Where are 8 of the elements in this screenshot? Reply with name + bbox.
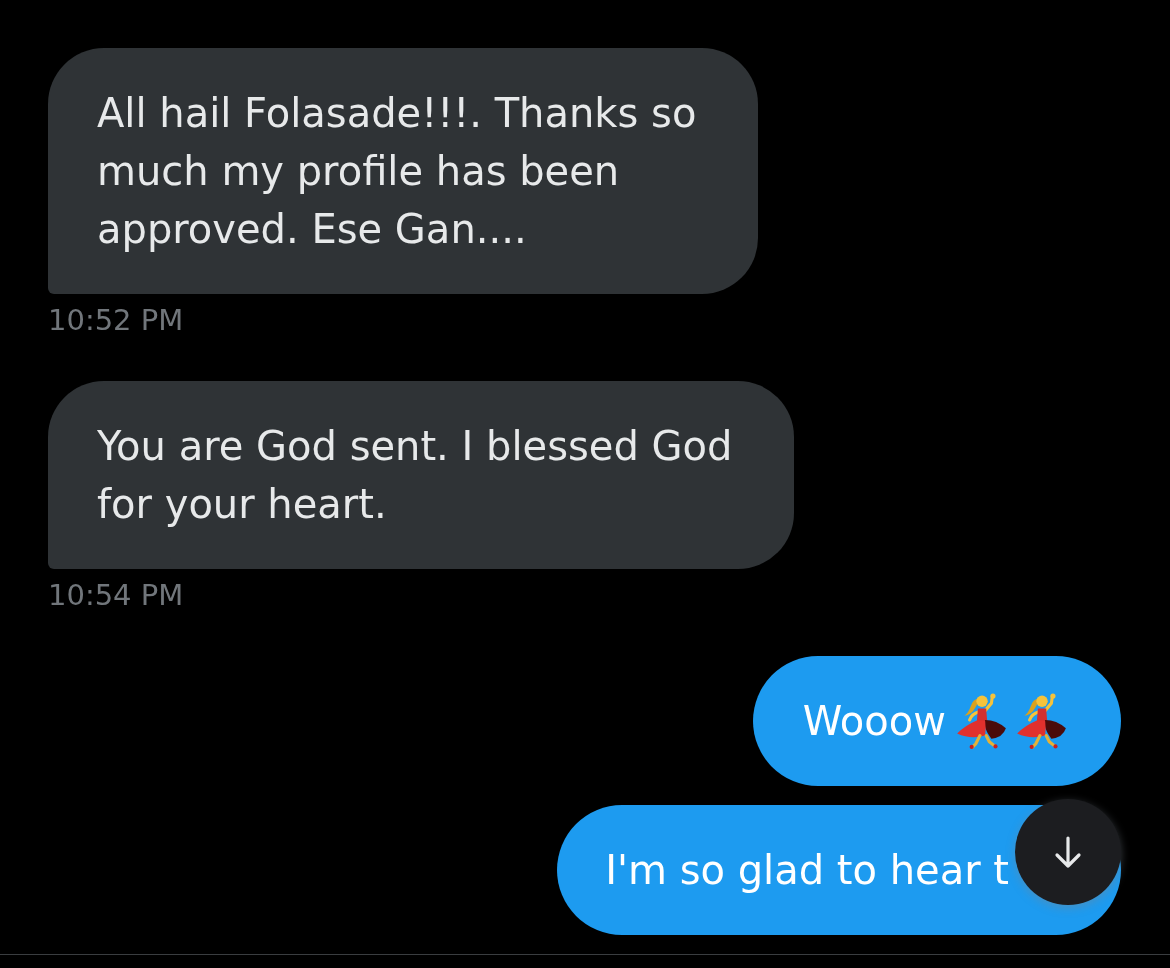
message-timestamp: 10:54 PM — [48, 577, 184, 613]
message-text: I'm so glad to hear t — [605, 846, 1009, 895]
message-timestamp: 10:52 PM — [48, 302, 184, 338]
dancer-icon — [954, 693, 1008, 749]
message-text: Wooow — [802, 697, 946, 746]
message-text: All hail Folasade!!!. Thanks so much my profile has been approved. Ese Gan.... — [97, 89, 698, 254]
dancer-icon — [1014, 693, 1068, 749]
message-text: You are God sent. I blessed God for your heart. — [97, 422, 734, 529]
